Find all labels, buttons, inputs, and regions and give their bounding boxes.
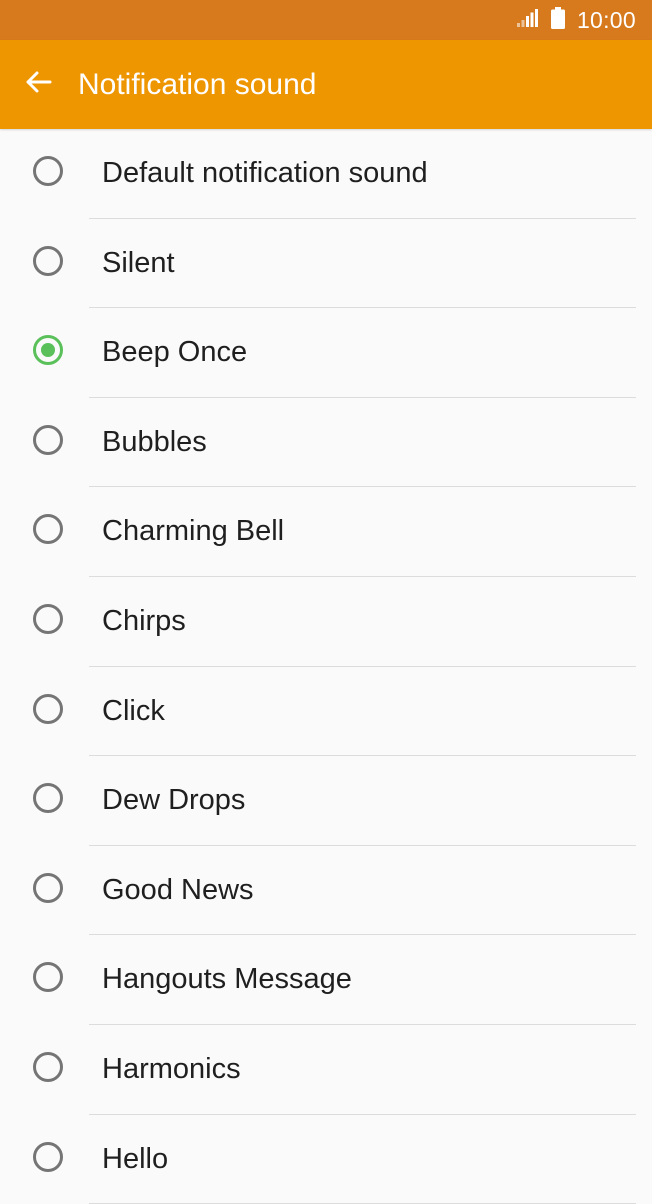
list-item-label: Default notification sound	[102, 157, 428, 189]
list-item-label: Bubbles	[102, 425, 207, 458]
signal-icon	[516, 8, 539, 32]
list-item-label: Dew Drops	[102, 784, 246, 817]
radio-unchecked[interactable]	[33, 872, 63, 903]
list-item-label: Hangouts Message	[102, 963, 352, 996]
list-item[interactable]: Default notification sound	[0, 129, 652, 219]
status-bar: 10:00	[0, 0, 652, 40]
list-item[interactable]: Dew Drops	[0, 756, 652, 846]
battery-icon	[550, 6, 565, 34]
list-item-label: Beep Once	[102, 336, 248, 369]
notification-sound-list: Default notification sound Silent Beep Onc…	[0, 129, 652, 1204]
radio-unchecked[interactable]	[33, 1141, 63, 1172]
radio-unchecked[interactable]	[33, 962, 63, 993]
list-item-label: Good News	[102, 873, 254, 906]
radio-checked[interactable]	[33, 335, 63, 366]
arrow-back-icon	[24, 70, 52, 99]
list-item[interactable]: Harmonics	[0, 1025, 652, 1115]
list-item-label: Click	[102, 694, 165, 727]
list-item[interactable]: Good News	[0, 846, 652, 936]
status-icons: 10:00	[516, 0, 636, 40]
list-item[interactable]: Chirps	[0, 577, 652, 667]
list-item[interactable]: Hangouts Message	[0, 935, 652, 1025]
radio-unchecked[interactable]	[33, 156, 63, 186]
radio-unchecked[interactable]	[33, 783, 63, 814]
list-item[interactable]: Silent	[0, 219, 652, 309]
status-time: 10:00	[576, 6, 636, 33]
list-item[interactable]: Click	[0, 667, 652, 757]
list-item-label: Silent	[102, 246, 175, 279]
list-item[interactable]: Bubbles	[0, 398, 652, 488]
list-item-label: Hello	[102, 1142, 169, 1175]
list-item-label: Charming Bell	[102, 515, 285, 548]
radio-unchecked[interactable]	[33, 514, 63, 545]
radio-unchecked[interactable]	[33, 424, 63, 455]
app-bar: Notification sound	[0, 40, 652, 129]
list-item[interactable]: Charming Bell	[0, 487, 652, 577]
page-title: Notification sound	[78, 68, 317, 101]
radio-unchecked[interactable]	[33, 245, 63, 276]
list-item[interactable]: Hello	[0, 1115, 652, 1204]
radio-unchecked[interactable]	[33, 1051, 63, 1082]
radio-unchecked[interactable]	[33, 603, 63, 634]
back-button[interactable]	[20, 66, 56, 102]
list-item[interactable]: Beep Once	[0, 308, 652, 398]
list-item-label: Harmonics	[102, 1052, 241, 1085]
radio-unchecked[interactable]	[33, 693, 63, 724]
list-item-label: Chirps	[102, 604, 186, 637]
